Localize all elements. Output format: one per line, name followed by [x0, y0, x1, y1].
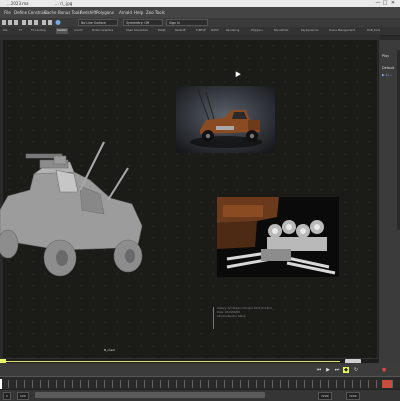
armored-car-model[interactable] — [0, 140, 150, 280]
menu-redshift[interactable]: Redshift — [80, 7, 96, 18]
menu-help[interactable]: Help — [134, 7, 143, 18]
timeline-key[interactable] — [382, 380, 392, 388]
timeline[interactable] — [0, 376, 400, 390]
frame-label: B_mark — [104, 348, 116, 352]
layer-default[interactable]: Default — [382, 66, 394, 70]
shelf-tab-turtle[interactable]: TURTLE — [195, 28, 207, 34]
timeline-head[interactable] — [0, 379, 2, 389]
note-line-2: Date: 2023/06/08 — [217, 311, 240, 314]
live-surface-dropdown[interactable]: No Live Surface — [78, 19, 118, 26]
file-name: ... rl_.jpg — [55, 1, 73, 6]
menu-polygons[interactable]: Polygons — [96, 7, 114, 18]
symmetry-dropdown[interactable]: Symmetry: Off — [123, 19, 163, 26]
reference-image-engine[interactable] — [217, 197, 339, 277]
range-slider[interactable] — [35, 392, 265, 398]
shelf-tab-dab-tools[interactable]: DAB_tools — [366, 28, 381, 34]
right-panel: Play Default ▶ Li... — [378, 40, 400, 375]
shelf-tab-arnold[interactable]: Arnold — [73, 28, 83, 34]
timeline-ruler — [0, 380, 400, 388]
shelf-tab-rendering[interactable]: Rendering — [225, 28, 240, 34]
shelf-tab-bullet[interactable]: Bullet — [157, 28, 166, 34]
shelf-tab-fx-caching[interactable]: FX Caching — [30, 28, 47, 34]
shelf-tab-motion-graphics[interactable]: Motion Graphics — [91, 28, 114, 34]
status-line-toolbar: No Live Surface Symmetry: Off Sign In — [0, 18, 400, 27]
title-bar: ...2023.ma ... rl_.jpg — □ ✕ — [0, 0, 400, 7]
range-bar: 1 120 7200 7200 — [0, 389, 400, 401]
window-title: ...2023.ma — [7, 1, 29, 6]
forward-icon[interactable]: ⏭ — [334, 367, 340, 373]
menu-file[interactable]: File — [4, 7, 11, 18]
layer-item[interactable]: ▶ Li... — [382, 73, 392, 77]
fps-field[interactable]: 7200 — [346, 392, 360, 400]
menu-arnold[interactable]: Arnold — [119, 7, 132, 18]
shelf-tab-redshift[interactable]: Redshift — [174, 28, 187, 34]
shelf-tab-keydynamics[interactable]: KeyDynamics — [300, 28, 320, 34]
end-frame-field[interactable]: 120 — [17, 392, 29, 400]
panel-title: Play — [382, 54, 390, 58]
rewind-icon[interactable]: ⏮ — [316, 367, 322, 373]
time-slider-track[interactable] — [0, 361, 340, 362]
sign-in-button[interactable]: Sign In — [166, 19, 208, 26]
menu-bar: File Define Constrain Cache Bonus Tools … — [0, 7, 400, 18]
menu-define[interactable]: Define — [14, 7, 27, 18]
shelf-tab-scene-management[interactable]: Scene Management — [328, 28, 356, 34]
shelf-tab-file[interactable]: File — [2, 28, 8, 34]
shelf-tab-custom[interactable]: Custom — [56, 28, 68, 34]
menu-zoo-tools[interactable]: Zoo Tools — [146, 7, 165, 18]
shelf-tab-mash[interactable]: MASH — [210, 28, 220, 34]
menu-cache[interactable]: Cache — [44, 7, 56, 18]
shelf-tab-xgen[interactable]: XGen Interactive — [125, 28, 149, 34]
close-icon[interactable]: ✕ — [390, 0, 396, 7]
range-end-field[interactable]: 7200 — [318, 392, 332, 400]
start-frame-field[interactable]: 1 — [3, 392, 11, 400]
note-line-1: Gallery: Art Station Monster 2023 Hot Ro… — [217, 307, 272, 310]
shelf-tab-bonustools[interactable]: BonusTools — [273, 28, 289, 34]
play-icon[interactable]: ▶ — [325, 367, 331, 373]
shelf-tab-polygons[interactable]: Polygons — [250, 28, 264, 34]
playback-bar: ⏮ ▶ ⏭ ◆ ↻ ● — [0, 363, 400, 376]
menu-bonus-tools[interactable]: Bonus Tools — [58, 7, 81, 18]
key-icon[interactable]: ◆ — [343, 367, 349, 373]
annotation-note: Gallery: Art Station Monster 2023 Hot Ro… — [213, 307, 297, 329]
loop-icon[interactable]: ↻ — [353, 367, 359, 373]
record-icon[interactable]: ● — [381, 367, 387, 373]
reference-image-hot-rod[interactable] — [176, 86, 275, 153]
minimize-icon[interactable]: — — [375, 0, 381, 7]
note-line-3: Cinema/Render Setup — [217, 315, 246, 318]
shelf-tab-fx[interactable]: FX — [18, 28, 23, 34]
maximize-icon[interactable]: □ — [382, 0, 388, 7]
